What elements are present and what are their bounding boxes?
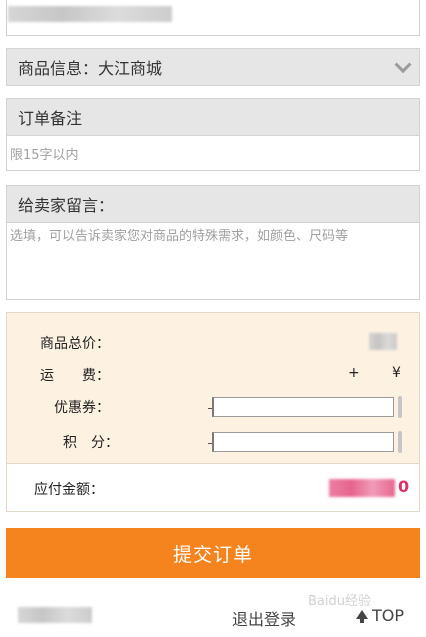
chevron-down-icon[interactable] bbox=[394, 56, 412, 74]
order-note-title: 订单备注 bbox=[18, 109, 83, 128]
blurred-payable-value bbox=[329, 479, 395, 497]
blurred-top-text bbox=[8, 6, 172, 22]
order-summary-panel: 商品总价： 运 费： + ¥ 优惠券： 积 分： 应付金额： 0 bbox=[6, 312, 420, 512]
order-note-input[interactable]: 限15字以内 bbox=[6, 135, 420, 171]
points-input-handle[interactable] bbox=[398, 431, 402, 453]
payable-label: 应付金额： bbox=[34, 482, 104, 498]
baidu-watermark: Baidu经验 bbox=[308, 594, 371, 609]
blurred-total-value bbox=[369, 333, 397, 350]
points-input[interactable] bbox=[212, 432, 394, 452]
up-arrow-icon[interactable] bbox=[356, 610, 368, 623]
shipping-plus-sign: + bbox=[348, 365, 360, 381]
submit-order-button[interactable]: 提交订单 bbox=[6, 528, 420, 578]
top-address-field[interactable] bbox=[0, 0, 426, 36]
seller-message-placeholder: 选填，可以告诉卖家您对商品的特殊需求，如颜色、尺码等 bbox=[10, 229, 349, 244]
shipping-label: 运 费： bbox=[40, 368, 110, 384]
total-price-label: 商品总价： bbox=[40, 336, 110, 352]
shop-info-title: 商品信息：大江商城 bbox=[18, 59, 163, 78]
points-label: 积 分： bbox=[63, 435, 119, 451]
blurred-footer-text bbox=[18, 607, 92, 623]
payable-tail-digit: 0 bbox=[398, 477, 410, 496]
order-note-header: 订单备注 bbox=[6, 98, 420, 136]
seller-message-input[interactable]: 选填，可以告诉卖家您对商品的特殊需求，如颜色、尺码等 bbox=[6, 222, 420, 300]
seller-message-title: 给卖家留言： bbox=[18, 196, 115, 215]
back-to-top-link[interactable]: TOP bbox=[372, 606, 404, 625]
shipping-currency-sign: ¥ bbox=[392, 365, 401, 381]
order-note-placeholder: 限15字以内 bbox=[10, 148, 79, 163]
coupon-input[interactable] bbox=[212, 397, 394, 417]
logout-link[interactable]: 退出登录 bbox=[232, 606, 296, 630]
coupon-label: 优惠券： bbox=[54, 400, 110, 416]
coupon-input-handle[interactable] bbox=[398, 396, 402, 418]
seller-message-header: 给卖家留言： bbox=[6, 185, 420, 223]
shop-info-header[interactable]: 商品信息：大江商城 bbox=[6, 48, 420, 86]
payable-row: 应付金额： 0 bbox=[7, 463, 419, 511]
